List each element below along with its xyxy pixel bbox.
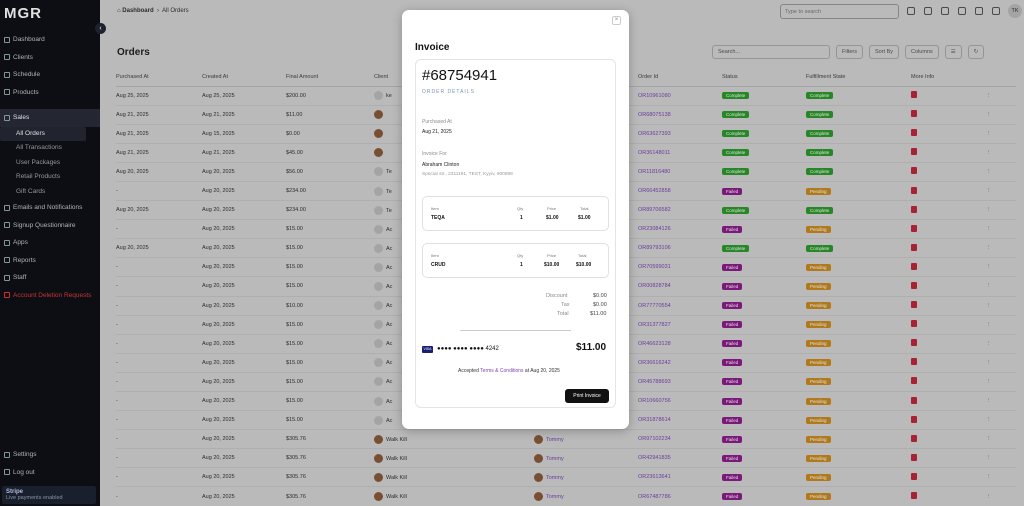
client-address: Special str., 2311191, TEST, Kyyiv, 9008… — [422, 172, 513, 177]
discount-label: Discount — [546, 293, 568, 299]
qty-header: Qty — [517, 253, 524, 258]
invoice-card — [415, 59, 616, 408]
app-root: MGR Dashboard Clients Schedule Products … — [0, 0, 1024, 506]
grand-total: $11.00 — [576, 342, 607, 353]
card-number-masked: ●●●● ●●●● ●●●● 4242 — [437, 346, 499, 352]
terms-suffix: at Aug 20, 2025 — [524, 368, 560, 374]
print-invoice-button[interactable]: Print Invoice — [565, 389, 609, 403]
discount-value: $0.00 — [593, 293, 607, 299]
invoice-number: #68754941 — [422, 67, 498, 84]
total-value: $11.00 — [590, 311, 607, 317]
close-icon[interactable]: × — [612, 16, 621, 25]
visa-card-icon: VISA — [422, 346, 433, 353]
total-header: Total — [580, 206, 589, 211]
item-qty: 1 — [520, 215, 523, 221]
item-name: TEQA — [431, 215, 445, 221]
item-price: $1.00 — [546, 215, 559, 221]
order-details-heading: ORDER DETAILS — [422, 89, 475, 95]
item-header: Item — [431, 253, 439, 258]
terms-prefix: Accepted — [458, 368, 479, 374]
tax-value: $0.00 — [593, 302, 607, 308]
tax-label: Tax — [561, 302, 570, 308]
item-qty: 1 — [520, 262, 523, 268]
item-price: $10.00 — [544, 262, 560, 268]
item-total: $10.00 — [576, 262, 592, 268]
collapse-sidebar-button[interactable]: ‹ — [95, 23, 106, 34]
item-name: CRUD — [431, 262, 446, 268]
item-total: $1.00 — [578, 215, 591, 221]
terms-text: Accepted Terms & Conditions at Aug 20, 2… — [458, 368, 560, 374]
item-header: Item — [431, 206, 439, 211]
purchased-at-value: Aug 21, 2025 — [422, 129, 452, 135]
invoice-item: Item Qty Price Total TEQA 1 $1.00 $1.00 — [422, 196, 609, 231]
invoice-item: Item Qty Price Total CRUD 1 $10.00 $10.0… — [422, 243, 609, 278]
qty-header: Qty — [517, 206, 524, 211]
price-header: Price — [547, 253, 557, 258]
purchased-at-label: Purchased At — [422, 119, 452, 125]
invoice-title: Invoice — [415, 42, 450, 53]
price-header: Price — [547, 206, 557, 211]
terms-link[interactable]: Terms & Conditions — [480, 368, 523, 374]
total-label: Total — [557, 311, 569, 317]
client-name: Abraham Clinton — [422, 162, 460, 168]
total-header: Total — [578, 253, 587, 258]
divider — [460, 330, 571, 331]
invoice-for-label: Invoice For — [422, 151, 447, 157]
